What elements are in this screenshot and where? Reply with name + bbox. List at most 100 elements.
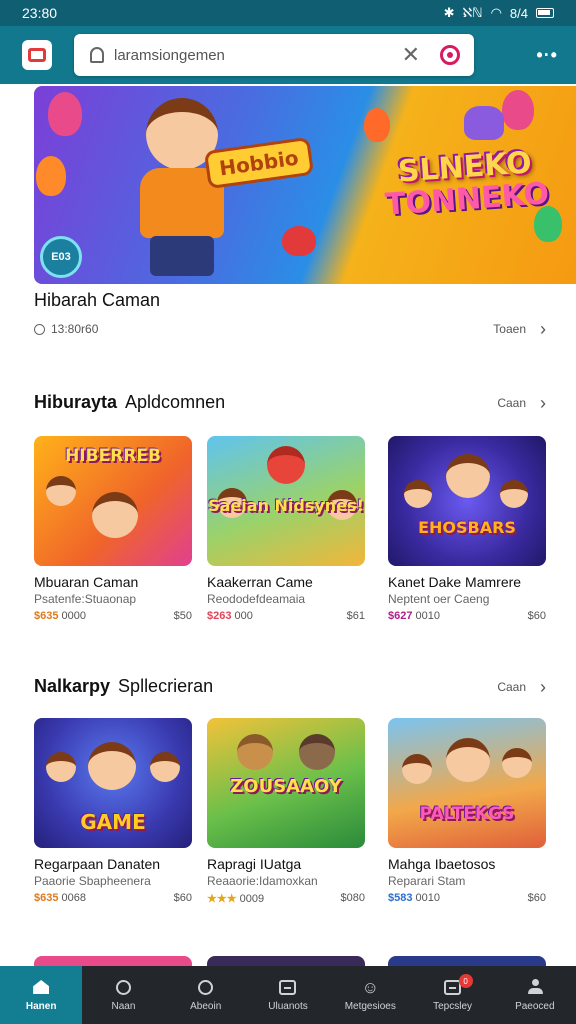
card-right-value: $50 <box>173 610 192 622</box>
status-icons: ✱ ℵℕ ◠ 8/4 <box>444 5 554 21</box>
card-subtitle: Paaorie Sbapheenera <box>34 874 151 888</box>
card-meta: ★★★ 0009 $080 <box>207 892 365 905</box>
card-title: Kaakerran Came <box>207 574 313 590</box>
card-meta: $263 000 $61 <box>207 610 365 622</box>
card-meta: $635 0000 $50 <box>34 610 192 622</box>
section-header-2: Nalkarpy Spllecrieran Caan › <box>34 676 546 697</box>
bluetooth-icon: ✱ <box>443 5 455 20</box>
section-title-bold: Nalkarpy <box>34 676 111 696</box>
game-card[interactable]: Saeian Nidsynes! Kaakerran Came Reododef… <box>207 436 365 622</box>
featured-title[interactable]: Hibarah Caman <box>34 290 160 311</box>
section-see-more[interactable]: Caan › <box>497 678 546 696</box>
card-count: 0068 <box>61 892 87 904</box>
chevron-right-icon: › <box>540 676 546 697</box>
game-card[interactable]: ZOUSAAOY Rapragi IUatga Reaaorie:Idamoxk… <box>207 718 365 905</box>
hero-chip: E03 <box>40 236 82 278</box>
close-icon[interactable]: ✕ <box>402 44 420 66</box>
game-thumbnail: GAME <box>34 718 192 848</box>
section-title-rest: Apldcomnen <box>125 392 226 412</box>
search-icon <box>113 978 133 996</box>
game-thumbnail: HIBERREB <box>34 436 192 566</box>
profile-icon <box>525 978 545 996</box>
card-subtitle: Reaaorie:Idamoxkan <box>207 874 318 888</box>
game-card[interactable]: GAME Regarpaan Danaten Paaorie Sbapheene… <box>34 718 192 904</box>
card-rating: ★★★ <box>207 893 237 905</box>
nav-label: Naan <box>111 1001 136 1012</box>
game-card[interactable]: EHOSBARS Kanet Dake Mamrere Neptent oer … <box>388 436 546 622</box>
game-card[interactable]: PALTEKGS Mahga Ibaetosos Reparari Stam $… <box>388 718 546 904</box>
nav-item-messages[interactable]: ☺ Metgesioes <box>329 966 411 1024</box>
balloon-icon <box>48 92 82 136</box>
card-count: 0000 <box>61 610 87 622</box>
thumbnail-text: HIBERREB <box>65 446 161 466</box>
hero-title: SLNEKO TONNEKO <box>374 145 558 222</box>
featured-banner[interactable]: Hobbio SLNEKO TONNEKO E03 <box>34 86 576 284</box>
card-right-value: $080 <box>340 892 365 904</box>
card-count: 0009 <box>239 893 265 905</box>
nav-label: Abeoin <box>190 1001 222 1012</box>
nav-item-search[interactable]: Naan <box>82 966 164 1024</box>
thumbnail-text: GAME <box>80 810 146 834</box>
more-options-icon[interactable]: •·• <box>536 45 558 66</box>
thumbnail-text: Saeian Nidsynes! <box>208 496 364 515</box>
app-logo-icon[interactable] <box>22 40 52 70</box>
card-price: $263 <box>207 610 232 622</box>
balloon-icon <box>36 156 66 196</box>
clock-icon <box>34 323 45 335</box>
search-icon <box>196 978 216 996</box>
balloon-icon <box>502 90 534 130</box>
section-see-more[interactable]: Caan › <box>497 394 546 412</box>
balloon-icon <box>282 226 316 256</box>
see-more-label: Caan <box>497 395 526 410</box>
nav-label: Paeoced <box>515 1001 555 1012</box>
card-title: Mbuaran Caman <box>34 574 139 590</box>
card-right-value: $60 <box>527 610 546 622</box>
signal-icon: ℵℕ <box>462 5 483 20</box>
featured-meta-text: 13:80r60 <box>51 322 99 336</box>
game-thumbnail: ZOUSAAOY <box>207 718 365 848</box>
card-subtitle: Neptent oer Caeng <box>388 592 490 606</box>
featured-more-label: Toaen <box>493 322 526 336</box>
card-price: $635 <box>34 892 59 904</box>
wifi-icon: ◠ <box>490 5 502 20</box>
section-title-rest: Spllecrieran <box>118 676 214 696</box>
section-title-bold: Hiburayta <box>34 392 118 412</box>
card-title: Mahga Ibaetosos <box>388 856 496 872</box>
game-thumbnail: EHOSBARS <box>388 436 546 566</box>
featured-more-link[interactable]: Toaen › <box>493 320 546 338</box>
game-thumbnail: PALTEKGS <box>388 718 546 848</box>
chevron-right-icon: › <box>540 392 546 413</box>
card-title: Kanet Dake Mamrere <box>388 574 522 590</box>
card-meta: $583 0010 $60 <box>388 892 546 904</box>
card-price: $583 <box>388 892 413 904</box>
nav-label: Hanen <box>25 1001 57 1012</box>
thumbnail-text: EHOSBARS <box>418 518 516 537</box>
top-app-bar: laramsiongemen ✕ •·• <box>0 26 576 84</box>
bottom-navigation: Hanen Naan Abeoin Uluanots ☺ Metgesioes … <box>0 966 576 1024</box>
notification-badge: 0 <box>458 974 473 988</box>
nav-item-notifications[interactable]: 0 Tepcsley <box>411 966 493 1024</box>
card-right-value: $60 <box>527 892 546 904</box>
nav-item-home[interactable]: Hanen <box>0 966 83 1024</box>
nav-item-apps[interactable]: Uluanots <box>247 966 329 1024</box>
thumbnail-text: ZOUSAAOY <box>230 776 342 797</box>
monster-icon <box>464 106 504 140</box>
section-title: Nalkarpy Spllecrieran <box>34 676 213 697</box>
nav-item-explore[interactable]: Abeoin <box>165 966 247 1024</box>
search-bar[interactable]: laramsiongemen ✕ <box>74 34 474 76</box>
thumbnail-text: PALTEKGS <box>419 804 515 824</box>
card-meta: $635 0068 $60 <box>34 892 192 904</box>
card-right-value: $61 <box>346 610 365 622</box>
status-time: 23:80 <box>22 5 58 21</box>
card-title: Rapragi IUatga <box>207 856 302 872</box>
game-card[interactable]: HIBERREB Mbuaran Caman Psatenfe:Stuaonap… <box>34 436 192 622</box>
battery-icon <box>536 8 554 18</box>
card-subtitle: Psatenfe:Stuaonap <box>34 592 137 606</box>
voice-search-icon[interactable] <box>440 45 460 65</box>
search-input[interactable]: laramsiongemen <box>114 47 402 64</box>
nav-item-profile[interactable]: Paeoced <box>494 966 576 1024</box>
section-title: Hiburayta Apldcomnen <box>34 392 225 413</box>
app-screen: 23:80 ✱ ℵℕ ◠ 8/4 laramsiongemen ✕ •·• Ho… <box>0 0 576 1024</box>
card-count: 000 <box>234 610 253 622</box>
featured-meta: 13:80r60 <box>34 322 98 336</box>
